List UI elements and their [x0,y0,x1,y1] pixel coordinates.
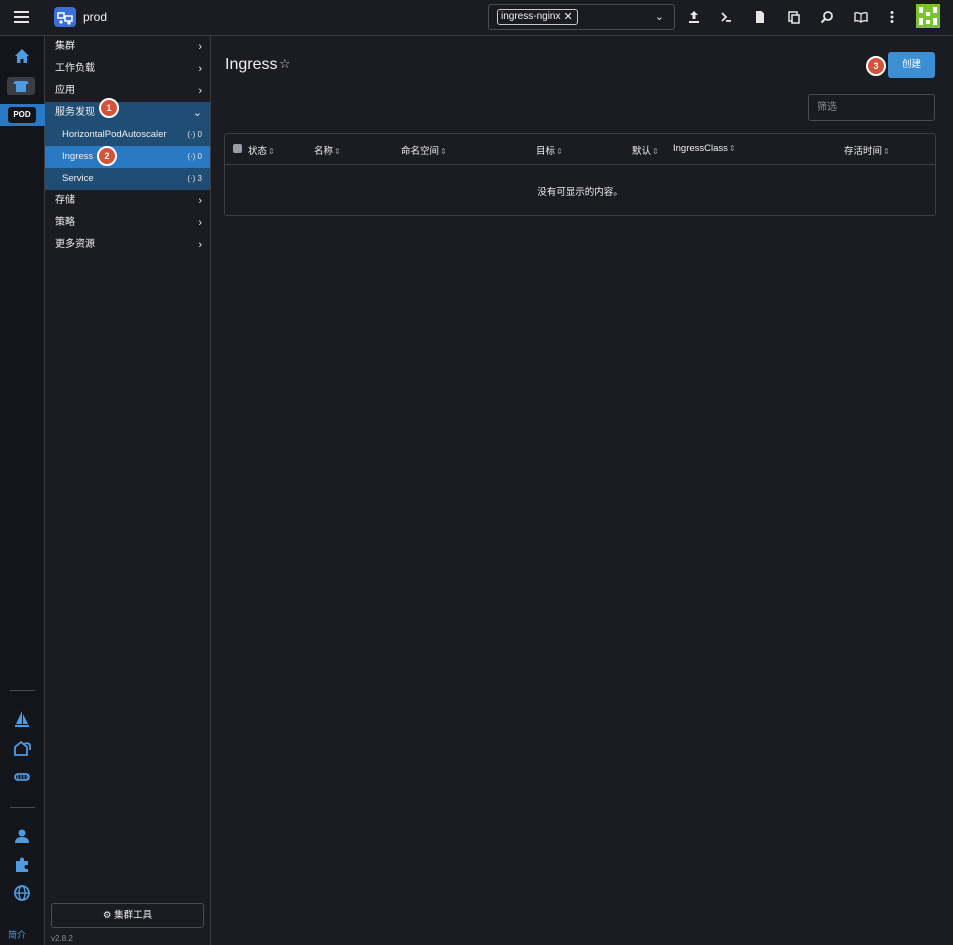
search-icon[interactable] [819,9,835,25]
sidebar-item-service[interactable]: Service (·) 3 [45,168,210,190]
step-badge-3: 3 [866,56,886,76]
resource-count: (·) 0 [187,130,202,139]
cluster-icon[interactable] [7,77,35,95]
sidebar-item-hpa[interactable]: HorizontalPodAutoscaler (·) 0 [45,124,210,146]
sidebar-item-label: 应用 [55,85,75,96]
about-link[interactable]: 简介 [8,928,26,941]
version-label: v2.8.2 [51,934,73,943]
table-header: 状态⇕ 名称⇕ 命名空间⇕ 目标⇕ 默认⇕ IngressClass⇕ 存活时间… [225,134,935,165]
pod-cluster-button[interactable]: POD [0,104,45,126]
sidebar-item-label: 工作负载 [55,63,95,74]
top-bar: prod ingress-nginx ✕ ⌄ [0,0,953,36]
file-icon[interactable] [752,9,768,25]
sidebar-item-policy[interactable]: 策略 › [45,212,210,234]
cluster-tools-label: 集群工具 [114,910,153,921]
sidebar-item-label: Service [62,173,94,184]
chevron-right-icon: › [198,239,202,251]
chevron-right-icon: › [198,85,202,97]
step-badge-1: 1 [99,98,119,118]
filter-input[interactable]: 筛选 [808,94,935,121]
sidebar-item-apps[interactable]: 应用 › [45,80,210,102]
namespace-select[interactable]: ingress-nginx ✕ ⌄ [488,4,675,30]
copy-icon[interactable] [786,9,802,25]
cluster-tools-button[interactable]: ⚙ 集群工具 [51,903,204,928]
column-header-target[interactable]: 目标⇕ [536,143,563,157]
virtualization-icon[interactable] [12,767,32,787]
sidebar-item-label: 集群 [55,41,75,52]
namespace-chip[interactable]: ingress-nginx ✕ [497,9,578,25]
resource-table: 状态⇕ 名称⇕ 命名空间⇕ 目标⇕ 默认⇕ IngressClass⇕ 存活时间… [224,133,936,216]
sidebar-item-label: 策略 [55,217,75,228]
sidebar-item-label: HorizontalPodAutoscaler [62,129,167,140]
sidebar-item-service-discovery[interactable]: 服务发现 ⌄ [45,102,210,124]
sidebar-item-label: 存储 [55,195,75,206]
close-icon[interactable]: ✕ [563,10,572,24]
pod-label: POD [8,107,36,123]
select-all-checkbox[interactable] [233,144,242,153]
chevron-right-icon: › [198,217,202,229]
column-header-ingressclass[interactable]: IngressClass⇕ [673,143,736,154]
page-title: Ingress [225,56,278,73]
book-icon[interactable] [853,9,869,25]
sidebar-item-label: 服务发现 [55,107,95,118]
helm-icon[interactable] [12,709,32,729]
chevron-right-icon: › [198,63,202,75]
column-header-default[interactable]: 默认⇕ [632,143,659,157]
home-icon[interactable] [12,46,32,66]
globe-icon[interactable] [12,883,32,903]
gear-icon: ⚙ [102,910,112,921]
column-header-namespace[interactable]: 命名空间⇕ [401,143,447,157]
star-icon[interactable]: ☆ [279,56,291,72]
rail-divider [10,807,35,808]
resource-count: (·) 0 [187,152,202,161]
terminal-icon[interactable] [718,9,734,25]
upload-icon[interactable] [686,9,702,25]
sidebar-item-storage[interactable]: 存储 › [45,190,210,212]
more-icon[interactable] [884,9,900,25]
column-header-name[interactable]: 名称⇕ [314,143,341,157]
cluster-logo-icon [54,7,76,27]
create-button[interactable]: 创建 [888,52,935,78]
empty-state-message: 没有可显示的内容。 [537,187,623,198]
sidebar-item-label: Ingress [62,151,94,162]
chevron-down-icon[interactable]: ⌄ [655,10,664,23]
sidebar-item-label: 更多资源 [55,239,95,250]
user-icon[interactable] [12,826,32,846]
sidebar-item-ingress[interactable]: Ingress (·) 0 [45,146,210,168]
sidebar: 集群 › 工作负载 › 应用 › 服务发现 ⌄ HorizontalPodAut… [45,36,211,945]
menu-icon[interactable] [14,11,29,24]
column-header-state[interactable]: 状态⇕ [248,143,275,157]
avatar[interactable] [916,4,940,28]
sidebar-item-workloads[interactable]: 工作负载 › [45,58,210,80]
fleet-icon[interactable] [12,738,32,758]
resource-count: (·) 3 [187,174,202,183]
chevron-right-icon: › [198,195,202,207]
chevron-down-icon: ⌄ [192,107,202,119]
rail-divider [10,690,35,691]
sidebar-item-cluster[interactable]: 集群 › [45,36,210,58]
namespace-chip-label: ingress-nginx [501,11,561,22]
chevron-right-icon: › [198,41,202,53]
cluster-name: prod [83,10,108,24]
column-header-age[interactable]: 存活时间⇕ [844,143,890,157]
extensions-icon[interactable] [12,855,32,875]
main-content: Ingress ☆ 3 创建 筛选 状态⇕ 名称⇕ 命名空间⇕ 目标⇕ 默认⇕ … [211,36,953,945]
sidebar-item-more-resources[interactable]: 更多资源 › [45,234,210,256]
step-badge-2: 2 [97,146,117,166]
left-rail: POD 简介 [0,36,45,945]
